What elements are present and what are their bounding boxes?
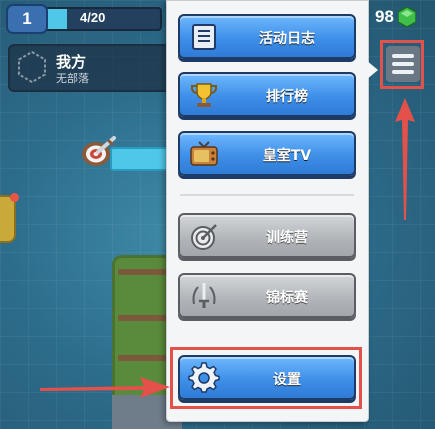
side-expand-tab[interactable] (0, 195, 16, 243)
gem-counter[interactable]: 98 (375, 5, 416, 29)
menu-item-label: 锦标赛 (266, 290, 308, 306)
menu-item-activity-log[interactable]: 活动日志 (178, 14, 356, 59)
training-target-icon (191, 224, 217, 250)
level-badge[interactable]: 1 (6, 4, 48, 34)
tv-icon (190, 141, 218, 166)
menu-divider (180, 194, 354, 196)
highlight-box-settings (170, 347, 362, 409)
arena-bridge (110, 147, 174, 171)
menu-item-royale-tv[interactable]: 皇室TV (178, 131, 356, 176)
menu-pointer (366, 60, 378, 80)
arrow-right-icon (40, 377, 170, 398)
scroll-icon (192, 24, 216, 50)
menu-item-label: 皇室TV (262, 148, 312, 164)
trophy-icon (191, 83, 217, 107)
experience-text: 4/20 (80, 10, 106, 25)
menu-item-tournament[interactable]: 锦标赛 (178, 273, 356, 318)
target-sword-icon (82, 136, 116, 166)
menu-item-label: 排行榜 (266, 89, 308, 105)
menu-item-label: 训练营 (266, 230, 308, 246)
clan-status: 无部落 (56, 72, 89, 85)
menu-item-training-camp[interactable]: 训练营 (178, 213, 356, 258)
notification-dot (10, 193, 19, 202)
gem-icon (397, 7, 416, 27)
arrow-up-icon (395, 98, 415, 220)
clan-badge-placeholder-icon (18, 51, 46, 83)
menu-item-label: 活动日志 (259, 31, 315, 47)
tournament-sword-icon (192, 283, 216, 308)
menu-item-leaderboard[interactable]: 排行榜 (178, 72, 356, 117)
clan-name: 我方 (56, 53, 87, 71)
experience-bar: 4/20 (42, 7, 162, 31)
highlight-box-menu-button (380, 40, 424, 89)
gem-count: 98 (375, 7, 394, 26)
clan-panel[interactable]: 我方 无部落 (8, 44, 170, 92)
